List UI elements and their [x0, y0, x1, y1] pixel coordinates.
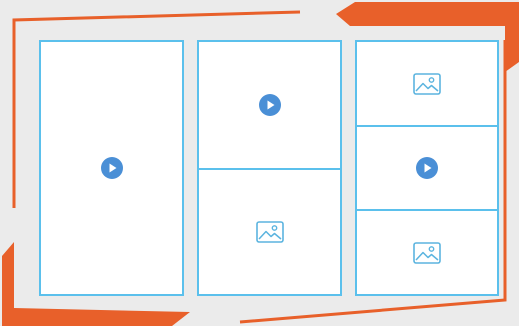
media-tile-image[interactable]: [197, 169, 342, 296]
play-icon: [100, 157, 123, 179]
media-tile-video[interactable]: [197, 40, 342, 169]
play-icon: [258, 94, 281, 116]
play-icon: [416, 157, 438, 179]
media-tile-image[interactable]: [355, 40, 499, 126]
image-icon: [413, 72, 441, 95]
image-icon: [255, 221, 284, 243]
image-icon: [413, 241, 441, 264]
media-tile-image[interactable]: [355, 210, 499, 296]
media-grid-illustration: [0, 0, 519, 326]
media-tile-video[interactable]: [355, 126, 499, 210]
media-tile-video-large[interactable]: [39, 40, 184, 296]
